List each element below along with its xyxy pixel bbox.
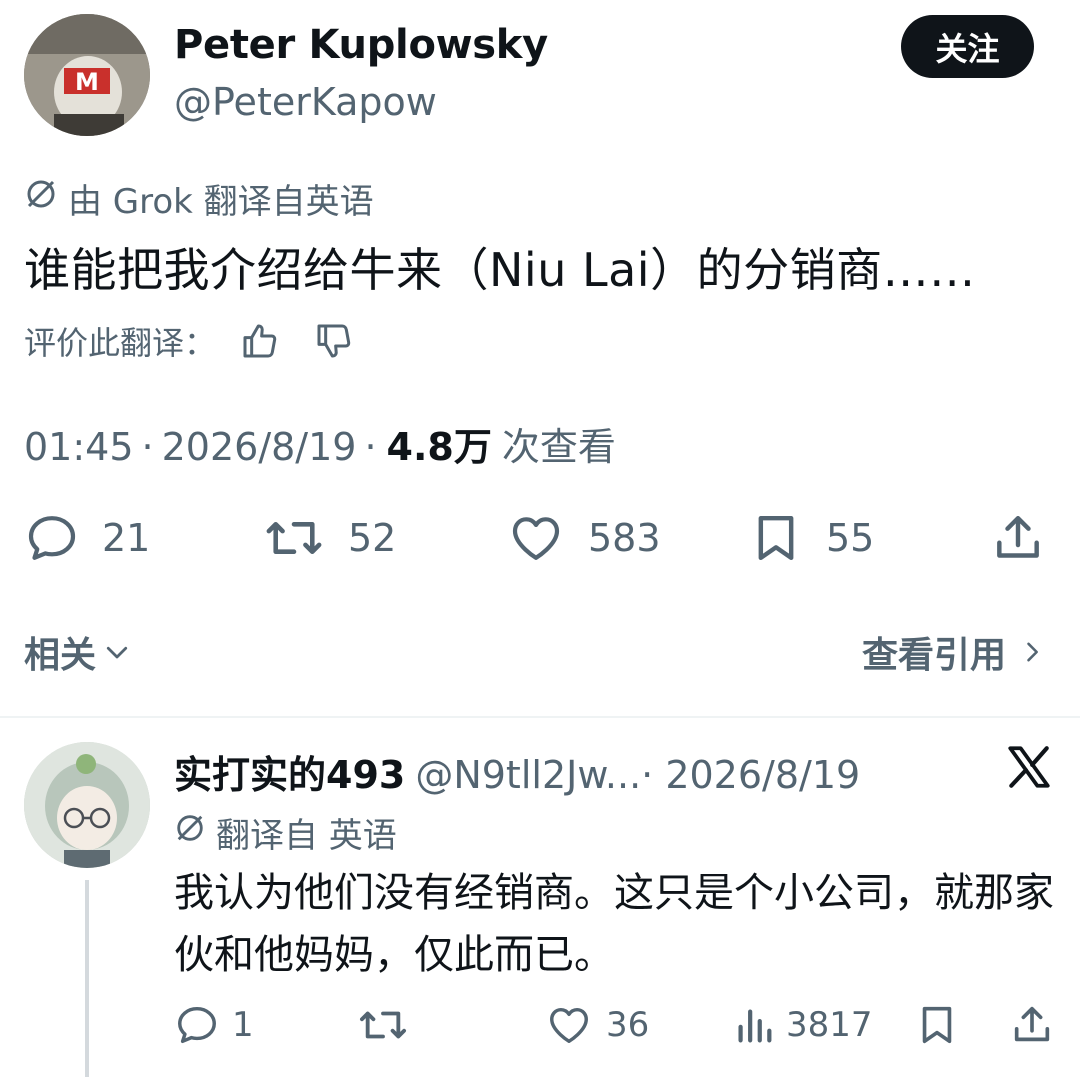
- chevron-right-icon: [1027, 642, 1038, 662]
- tweet-meta: 01:45 · 2026/8/19 · 4.8万 次查看: [24, 416, 616, 471]
- share-button[interactable]: [988, 506, 1048, 570]
- repost-icon: [360, 1011, 407, 1039]
- reply-author-handle[interactable]: @N9tll2Jw...: [415, 753, 641, 797]
- thumbs-up-icon[interactable]: [238, 319, 282, 363]
- rate-translation: 评价此翻译：: [24, 318, 356, 364]
- translate-slash-icon: [24, 177, 58, 220]
- reply-reply-button[interactable]: 1: [174, 1000, 254, 1050]
- translation-notice: 由 Grok 翻译自英语: [24, 174, 374, 223]
- reply-reply-count: 1: [232, 1005, 254, 1045]
- translate-slash-icon: [174, 812, 206, 853]
- thumbs-down-icon[interactable]: [312, 319, 356, 363]
- follow-button[interactable]: 关注: [901, 15, 1034, 78]
- author-avatar[interactable]: M: [24, 14, 150, 136]
- rate-translation-label: 评价此翻译：: [24, 324, 217, 362]
- like-icon: [512, 517, 560, 560]
- reply-author-name[interactable]: 实打实的493: [174, 744, 405, 799]
- reply-icon: [28, 516, 76, 560]
- author-handle[interactable]: @PeterKapow: [174, 80, 437, 124]
- like-count: 583: [588, 516, 661, 560]
- reply-views-count: 3817: [786, 1005, 873, 1045]
- reply-header: 实打实的493 @N9tll2Jw... · 2026/8/19: [174, 744, 860, 799]
- repost-count: 52: [348, 516, 397, 560]
- author-name[interactable]: Peter Kuplowsky: [174, 22, 548, 68]
- share-icon: [997, 515, 1039, 558]
- tweet-date[interactable]: 2026/8/19: [162, 425, 357, 469]
- related-label: 相关: [24, 635, 97, 676]
- view-quotes-label: 查看引用: [861, 635, 1006, 676]
- bookmark-icon: [922, 1006, 952, 1044]
- like-icon: [550, 1007, 588, 1044]
- share-icon: [1014, 1006, 1050, 1042]
- reply-bookmark-button[interactable]: [914, 1000, 960, 1050]
- reply-date[interactable]: · 2026/8/19: [641, 753, 860, 797]
- like-button[interactable]: 583: [506, 506, 661, 570]
- divider: [0, 716, 1080, 718]
- tweet-text: 谁能把我介绍给牛来（Niu Lai）的分销商……: [24, 243, 976, 297]
- bookmark-count: 55: [826, 516, 875, 560]
- reply-like-count: 36: [606, 1005, 650, 1045]
- reply-avatar[interactable]: [24, 742, 150, 868]
- reply-icon: [178, 1006, 216, 1044]
- chevron-down-icon: [106, 646, 128, 659]
- repost-button[interactable]: 52: [262, 506, 396, 570]
- reply-button[interactable]: 21: [24, 506, 150, 570]
- views-label: 次查看: [501, 425, 616, 469]
- tweet-time[interactable]: 01:45: [24, 425, 134, 469]
- views-count: 4.8万: [386, 425, 492, 469]
- thread-line: [85, 880, 89, 1077]
- reply-translation-notice: 翻译自 英语: [174, 808, 397, 857]
- translation-label: 由 Grok 翻译自英语: [68, 182, 374, 222]
- meta-separator: ·: [364, 425, 377, 469]
- meta-separator: ·: [141, 425, 154, 469]
- reply-count: 21: [102, 516, 151, 560]
- reply-repost-button[interactable]: [356, 1000, 422, 1050]
- x-logo-icon: [1004, 742, 1054, 792]
- bookmark-icon: [758, 515, 794, 561]
- views-icon: [738, 1009, 772, 1043]
- repost-icon: [266, 521, 322, 554]
- bookmark-button[interactable]: 55: [748, 506, 874, 570]
- svg-text:M: M: [75, 68, 99, 96]
- reply-text: 我认为他们没有经销商。这只是个小公司，就那家伙和他妈妈，仅此而已。: [174, 870, 1054, 978]
- reply-share-button[interactable]: [1008, 1000, 1056, 1050]
- related-toggle[interactable]: 相关: [24, 626, 132, 678]
- reply-translation-label: 翻译自 英语: [216, 816, 397, 856]
- reply-views-button[interactable]: 3817: [734, 1000, 873, 1050]
- reply-like-button[interactable]: 36: [544, 1000, 649, 1050]
- view-quotes-link[interactable]: 查看引用: [862, 626, 1046, 678]
